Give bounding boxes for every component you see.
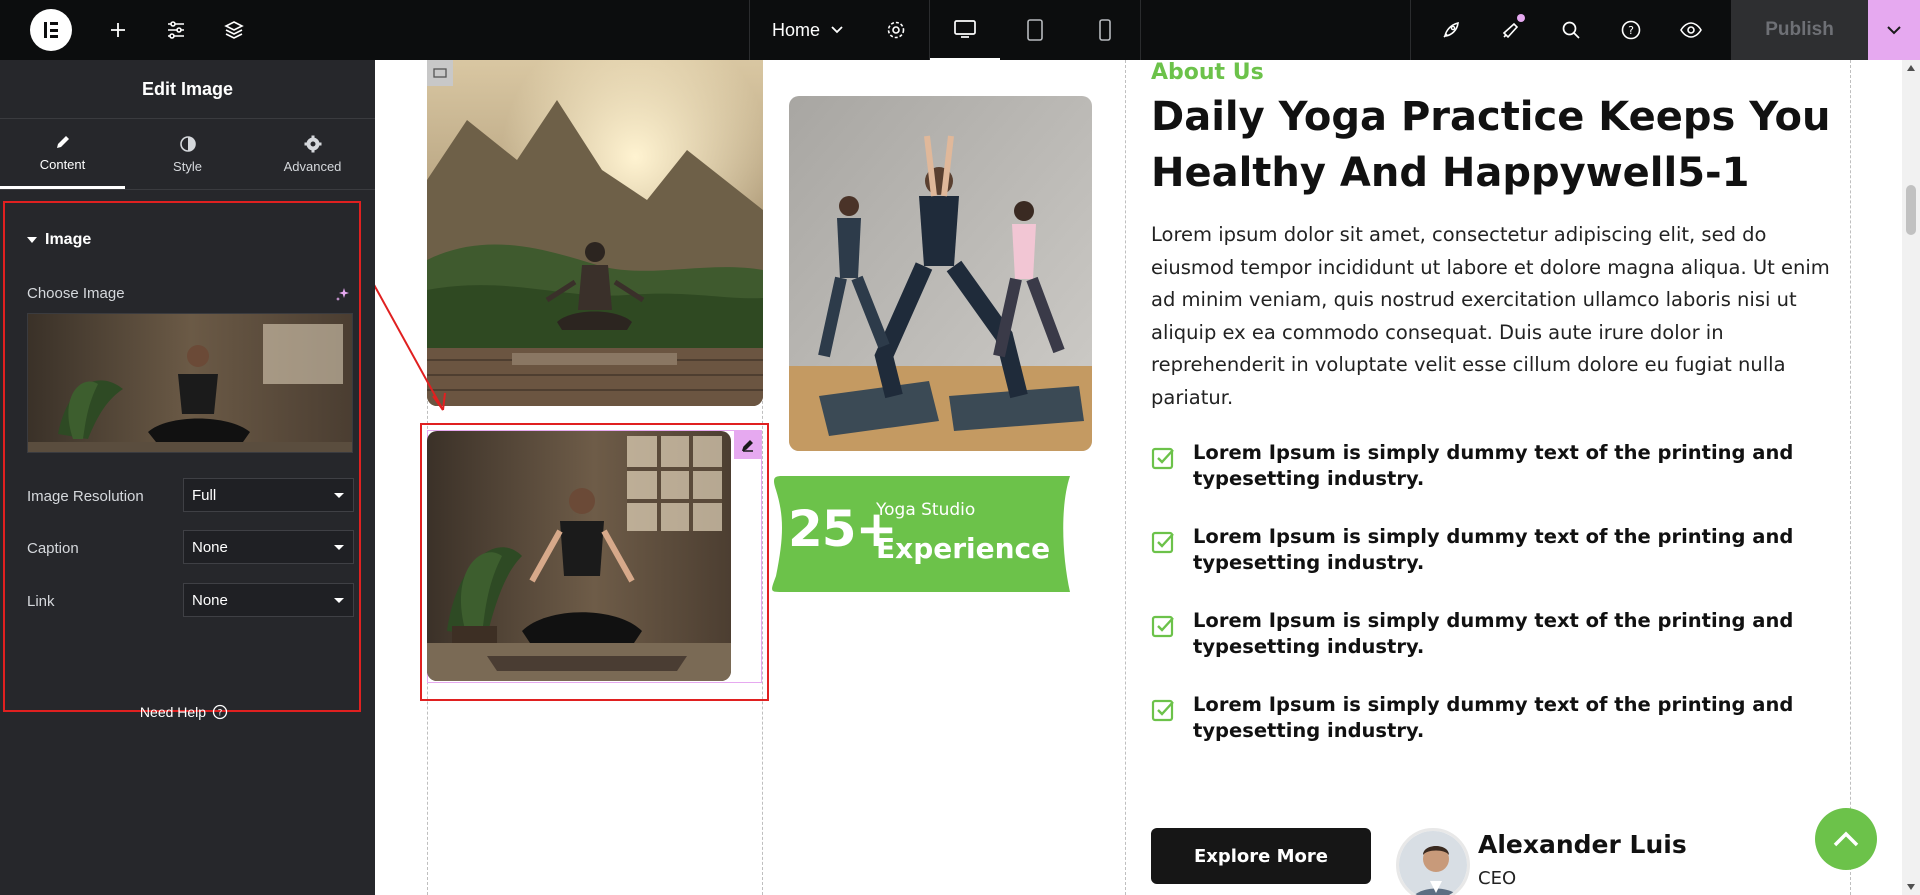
- person-name: Alexander Luis: [1478, 830, 1687, 859]
- publish-button[interactable]: Publish: [1731, 0, 1868, 60]
- checkbox-check-icon: [1151, 531, 1174, 554]
- page-name: Home: [772, 19, 821, 40]
- about-heading: Daily Yoga Practice Keeps You Healthy An…: [1151, 94, 1831, 196]
- choose-image-label: Choose Image: [27, 285, 125, 302]
- list-item-text: Lorem Ipsum is simply dummy text of the …: [1193, 441, 1794, 490]
- image-resolution-label: Image Resolution: [27, 488, 144, 505]
- mobile-icon[interactable]: [1070, 0, 1140, 60]
- add-element-icon[interactable]: [89, 0, 147, 60]
- tab-advanced-label: Advanced: [283, 158, 342, 174]
- page-canvas: 25+ Yoga Studio Experience About Us Dail…: [375, 60, 1920, 895]
- checklist: Lorem Ipsum is simply dummy text of the …: [1151, 440, 1851, 776]
- ai-sparkle-icon[interactable]: [335, 287, 351, 303]
- caption-value: None: [192, 538, 228, 556]
- tab-style-label: Style: [173, 158, 202, 174]
- badge-line2: Experience: [876, 532, 1051, 565]
- avatar: [1396, 828, 1470, 895]
- caret-down-icon: [27, 237, 37, 243]
- rocket-icon[interactable]: [1421, 0, 1481, 60]
- svg-text:?: ?: [218, 709, 223, 719]
- annotation-arrow: [375, 284, 446, 411]
- section-handle-icon[interactable]: [427, 60, 453, 86]
- gear-icon: [304, 135, 321, 152]
- caption-label: Caption: [27, 540, 79, 557]
- need-help-link[interactable]: Need Help ?: [5, 704, 363, 720]
- help-circle-icon: ?: [212, 704, 228, 720]
- panel-tabs: Content Style Advanced: [0, 119, 375, 190]
- need-help-label: Need Help: [139, 704, 207, 720]
- meditation-image[interactable]: [427, 431, 731, 681]
- about-section: About Us Daily Yoga Practice Keeps You H…: [1151, 60, 1851, 776]
- about-body-text: Lorem ipsum dolor sit amet, consectetur …: [1151, 223, 1830, 409]
- image-resolution-select[interactable]: Full: [183, 478, 354, 512]
- scrollbar-thumb[interactable]: [1906, 185, 1916, 235]
- responsive-modes: [929, 0, 1141, 60]
- search-icon[interactable]: [1541, 0, 1601, 60]
- tab-style[interactable]: Style: [125, 119, 250, 189]
- image-resolution-value: Full: [192, 486, 217, 504]
- page-settings-icon[interactable]: [866, 0, 926, 60]
- list-item-text: Lorem Ipsum is simply dummy text of the …: [1193, 693, 1794, 742]
- list-item: Lorem Ipsum is simply dummy text of the …: [1151, 440, 1851, 524]
- editor-topbar: Home ? Publish: [0, 0, 1920, 60]
- scroll-up-arrow-icon[interactable]: [1906, 64, 1916, 72]
- chevron-up-icon: [1833, 831, 1859, 847]
- link-select[interactable]: None: [183, 583, 354, 617]
- layers-icon[interactable]: [205, 0, 263, 60]
- contrast-icon: [179, 135, 196, 152]
- scroll-down-arrow-icon[interactable]: [1906, 883, 1916, 891]
- experience-badge: 25+ Yoga Studio Experience: [770, 476, 1076, 592]
- badge-line1: Yoga Studio: [876, 500, 976, 520]
- edit-widget-pencil-icon[interactable]: [734, 431, 762, 459]
- list-item-text: Lorem Ipsum is simply dummy text of the …: [1193, 525, 1794, 574]
- list-item: Lorem Ipsum is simply dummy text of the …: [1151, 608, 1851, 692]
- caret-down-icon: [334, 493, 344, 498]
- section-toggle[interactable]: Image: [27, 231, 91, 249]
- caret-down-icon: [334, 545, 344, 550]
- group-yoga-image[interactable]: [789, 96, 1092, 451]
- page-selector[interactable]: Home: [749, 0, 866, 60]
- whats-new-icon[interactable]: [1481, 0, 1541, 60]
- scrollbar[interactable]: [1902, 60, 1920, 895]
- panel-title: Edit Image: [0, 60, 375, 119]
- tab-content-label: Content: [39, 157, 86, 172]
- checkbox-check-icon: [1151, 699, 1174, 722]
- svg-text:?: ?: [1628, 24, 1634, 37]
- site-settings-icon[interactable]: [147, 0, 205, 60]
- section-title: Image: [45, 231, 92, 248]
- link-value: None: [192, 591, 228, 609]
- pencil-icon: [56, 136, 69, 148]
- checkbox-check-icon: [1151, 615, 1174, 638]
- help-icon[interactable]: ?: [1601, 0, 1661, 60]
- person-role: CEO: [1478, 868, 1517, 889]
- checkbox-check-icon: [1151, 447, 1174, 470]
- column-guide: [1125, 60, 1126, 895]
- explore-more-button[interactable]: Explore More: [1151, 828, 1371, 884]
- tablet-icon[interactable]: [1000, 0, 1070, 60]
- caption-select[interactable]: None: [183, 530, 354, 564]
- elementor-logo-icon[interactable]: [30, 9, 72, 51]
- caret-down-icon: [334, 598, 344, 603]
- chevron-down-icon: [831, 26, 843, 34]
- tab-content[interactable]: Content: [0, 119, 125, 189]
- list-item-text: Lorem Ipsum is simply dummy text of the …: [1193, 609, 1794, 658]
- publish-options-chevron-icon[interactable]: [1868, 0, 1920, 60]
- list-item: Lorem Ipsum is simply dummy text of the …: [1151, 524, 1851, 608]
- image-settings-section: Image Choose Image Image Resolution Full: [3, 201, 361, 720]
- desktop-icon[interactable]: [930, 0, 1000, 60]
- scroll-to-top-button[interactable]: [1815, 808, 1877, 870]
- list-item: Lorem Ipsum is simply dummy text of the …: [1151, 692, 1851, 776]
- link-label: Link: [27, 593, 55, 610]
- preview-eye-icon[interactable]: [1661, 0, 1721, 60]
- edit-panel: Edit Image Content Style Advanced Image …: [0, 60, 375, 895]
- yoga-mountain-image[interactable]: [427, 60, 763, 406]
- tab-advanced[interactable]: Advanced: [250, 119, 375, 189]
- image-thumbnail[interactable]: [27, 313, 353, 453]
- about-subtitle: About Us: [1151, 60, 1264, 85]
